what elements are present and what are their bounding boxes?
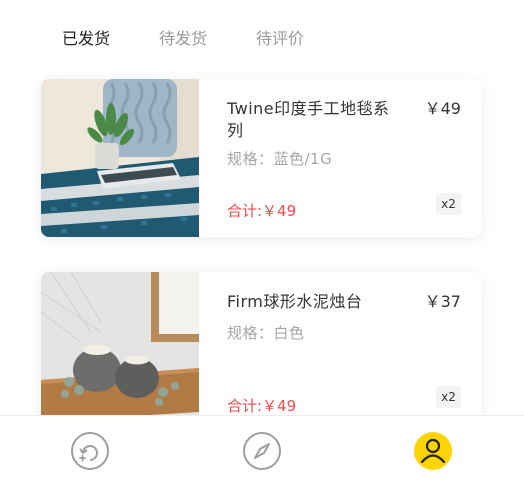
quantity-badge: x2: [436, 193, 461, 215]
product-price: ￥49: [424, 99, 461, 118]
quantity-badge: x2: [436, 386, 461, 408]
product-name[interactable]: Firm球形水泥烛台: [227, 291, 397, 313]
tabbar-discover-button[interactable]: [242, 431, 282, 471]
order-card[interactable]: Twine印度手工地毯系列 ￥49 规格：蓝色/1G 合计:￥49 x2: [41, 79, 481, 237]
product-name[interactable]: Twine印度手工地毯系列: [227, 98, 397, 142]
tab-pending-shipment[interactable]: 待发货: [159, 25, 207, 49]
product-spec: 规格：蓝色/1G: [227, 150, 333, 168]
tabbar-home-button[interactable]: [70, 431, 110, 471]
compass-icon: [243, 432, 281, 470]
tab-shipped[interactable]: 已发货: [62, 25, 110, 49]
order-card[interactable]: Firm球形水泥烛台 ￥37 规格：白色 合计:￥49 x2: [41, 272, 481, 430]
bottom-tab-bar: [0, 415, 524, 485]
product-price: ￥37: [424, 292, 461, 311]
order-total: 合计:￥49: [227, 202, 297, 220]
order-total: 合计:￥49: [227, 397, 297, 415]
refresh-add-icon: [71, 432, 109, 470]
tab-pending-review[interactable]: 待评价: [256, 25, 304, 49]
tabbar-profile-button[interactable]: [413, 431, 453, 471]
product-image-candle-holder: [41, 272, 199, 430]
product-spec: 规格：白色: [227, 324, 305, 342]
user-icon: [414, 432, 452, 470]
order-status-tabs: 已发货 待发货 待评价: [62, 25, 304, 49]
product-image-rug: [41, 79, 199, 237]
